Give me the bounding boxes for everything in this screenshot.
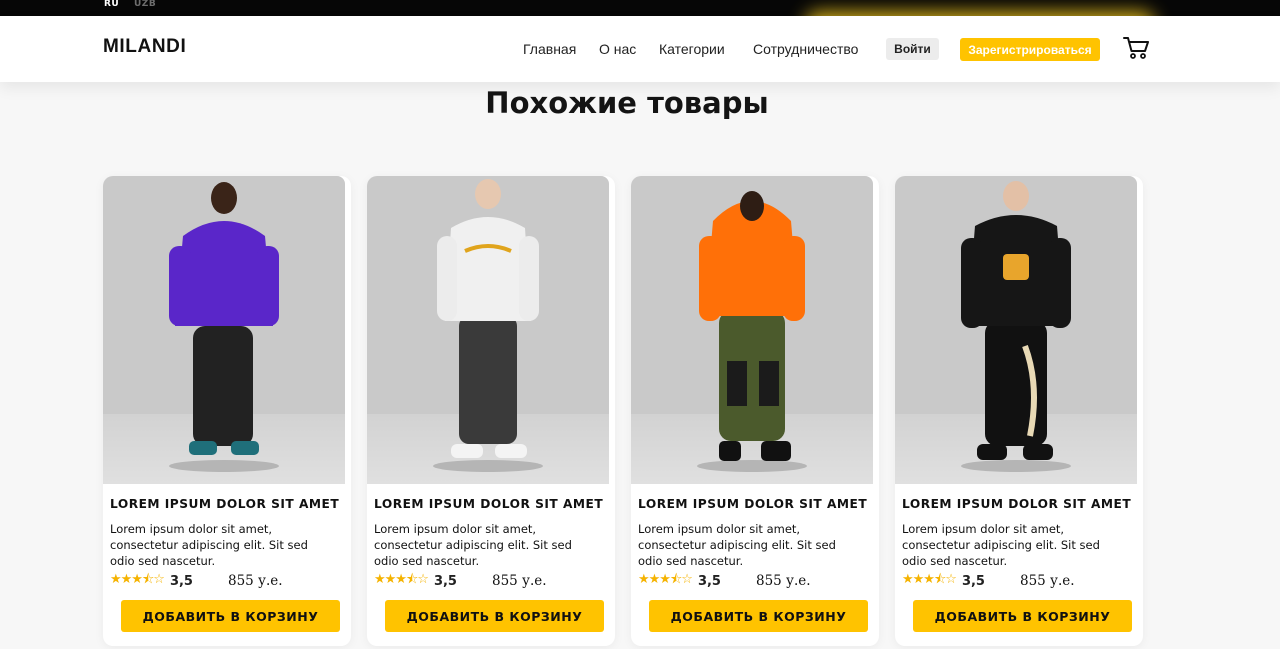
logo[interactable]: MILANDI	[103, 36, 186, 58]
star-rating-icon: ★★★⯪☆	[374, 572, 429, 587]
lang-ru-link[interactable]: RU	[104, 0, 119, 9]
rating-value: 3,5	[697, 573, 721, 589]
product-description: Lorem ipsum dolor sit amet, consectetur …	[374, 522, 572, 568]
nav-home-link[interactable]: Главная	[523, 41, 576, 57]
product-rating: ★★★⯪☆ 3,5	[902, 572, 985, 590]
product-price: 855 у.е.	[756, 573, 811, 589]
product-title[interactable]: LOREM IPSUM DOLOR SIT AMET	[110, 497, 350, 511]
rating-value: 3,5	[169, 573, 193, 589]
login-button[interactable]: Войти	[886, 38, 939, 60]
add-to-cart-button[interactable]: ДОБАВИТЬ В КОРЗИНУ	[121, 600, 340, 632]
site-header: MILANDI Главная О нас Категории Сотрудни…	[0, 16, 1280, 82]
product-description: Lorem ipsum dolor sit amet, consectetur …	[638, 522, 836, 568]
nav-cooperation-link[interactable]: Сотрудничество	[753, 41, 858, 57]
register-button[interactable]: Зарегистрироваться	[960, 38, 1100, 61]
cart-button[interactable]	[1123, 35, 1151, 61]
product-rating: ★★★⯪☆ 3,5	[374, 572, 457, 590]
product-card[interactable]: LOREM IPSUM DOLOR SIT AMET Lorem ipsum d…	[631, 176, 879, 646]
rating-value: 3,5	[433, 573, 457, 589]
lang-uz-link[interactable]: UZB	[134, 0, 156, 9]
star-rating-icon: ★★★⯪☆	[902, 572, 957, 587]
product-description: Lorem ipsum dolor sit amet, consectetur …	[902, 522, 1100, 568]
add-to-cart-button[interactable]: ДОБАВИТЬ В КОРЗИНУ	[385, 600, 604, 632]
product-rating: ★★★⯪☆ 3,5	[638, 572, 721, 590]
add-to-cart-button[interactable]: ДОБАВИТЬ В КОРЗИНУ	[649, 600, 868, 632]
rating-value: 3,5	[961, 573, 985, 589]
star-rating-icon: ★★★⯪☆	[110, 572, 165, 587]
product-price: 855 у.е.	[1020, 573, 1075, 589]
product-price: 855 у.е.	[492, 573, 547, 589]
product-title[interactable]: LOREM IPSUM DOLOR SIT AMET	[638, 497, 878, 511]
section-title: Похожие товары	[485, 86, 769, 120]
product-image[interactable]	[895, 176, 1137, 484]
add-to-cart-button[interactable]: ДОБАВИТЬ В КОРЗИНУ	[913, 600, 1132, 632]
star-rating-icon: ★★★⯪☆	[638, 572, 693, 587]
product-title[interactable]: LOREM IPSUM DOLOR SIT AMET	[902, 497, 1142, 511]
product-price: 855 у.е.	[228, 573, 283, 589]
nav-categories-link[interactable]: Категории	[659, 41, 725, 57]
product-rating: ★★★⯪☆ 3,5	[110, 572, 193, 590]
product-description: Lorem ipsum dolor sit amet, consectetur …	[110, 522, 308, 568]
product-card[interactable]: LOREM IPSUM DOLOR SIT AMET Lorem ipsum d…	[895, 176, 1143, 646]
product-title[interactable]: LOREM IPSUM DOLOR SIT AMET	[374, 497, 614, 511]
product-image[interactable]	[631, 176, 873, 484]
product-card[interactable]: LOREM IPSUM DOLOR SIT AMET Lorem ipsum d…	[367, 176, 615, 646]
product-image[interactable]	[103, 176, 345, 484]
product-card[interactable]: LOREM IPSUM DOLOR SIT AMET Lorem ipsum d…	[103, 176, 351, 646]
product-image[interactable]	[367, 176, 609, 484]
nav-about-link[interactable]: О нас	[599, 41, 636, 57]
shopping-cart-icon	[1123, 37, 1149, 59]
